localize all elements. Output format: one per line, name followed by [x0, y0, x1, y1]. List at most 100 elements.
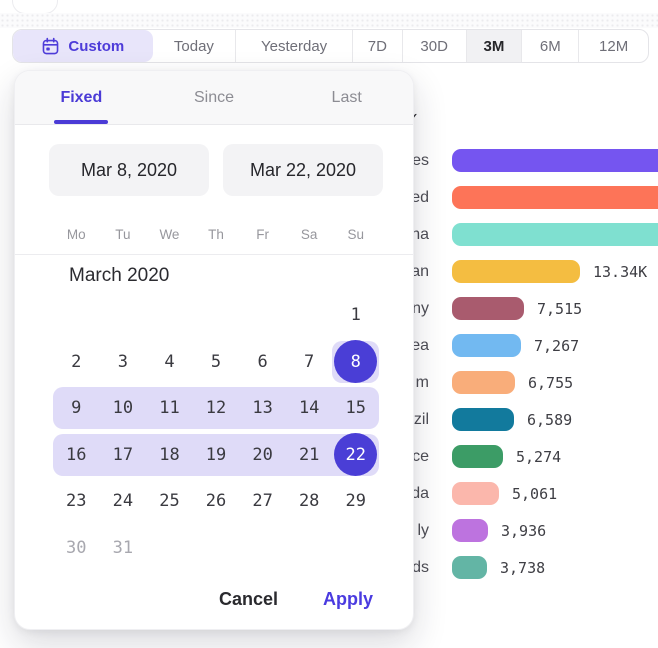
chart-category-label: ly	[417, 522, 429, 540]
range-button-label: 7D	[368, 38, 387, 55]
chart-bar[interactable]	[452, 482, 499, 505]
range-button-label: Custom	[68, 38, 124, 55]
day-cell-2[interactable]: 2	[53, 339, 100, 386]
active-tab-underline	[54, 120, 108, 124]
chart-category-label: ny	[412, 300, 429, 318]
range-button-12m[interactable]: 12M	[579, 30, 648, 62]
tab-since[interactable]: Since	[148, 71, 281, 124]
range-button-label: Yesterday	[261, 38, 327, 55]
day-cell-25[interactable]: 25	[146, 478, 193, 525]
month-title: March 2020	[69, 265, 169, 287]
day-cell-21[interactable]: 21	[286, 432, 333, 479]
day-cell-7[interactable]: 7	[286, 339, 333, 386]
day-cell-14[interactable]: 14	[286, 385, 333, 432]
day-cell-empty	[53, 292, 100, 339]
range-button-label: 3M	[484, 38, 505, 55]
day-cell-8[interactable]: 8	[332, 339, 379, 386]
day-cell-11[interactable]: 11	[146, 385, 193, 432]
day-cell-27[interactable]: 27	[239, 478, 286, 525]
weekday-label: Tu	[100, 227, 147, 242]
day-cell-18[interactable]: 18	[146, 432, 193, 479]
chart-category-label: es	[412, 152, 429, 170]
chart-bar[interactable]	[452, 149, 658, 172]
cancel-button[interactable]: Cancel	[219, 589, 278, 610]
range-button-today[interactable]: Today	[153, 30, 237, 62]
apply-button[interactable]: Apply	[323, 589, 373, 610]
day-cell-12[interactable]: 12	[193, 385, 240, 432]
chart-bar[interactable]	[452, 334, 521, 357]
tab-label: Fixed	[60, 89, 102, 107]
day-cell-24[interactable]: 24	[100, 478, 147, 525]
chart-bar[interactable]	[452, 186, 658, 209]
day-cell-3[interactable]: 3	[100, 339, 147, 386]
weekday-label: We	[146, 227, 193, 242]
toolbar: Custom Today Yesterday 7D 30D 3M 6M12M	[12, 29, 649, 63]
calendar-week-row: 1	[53, 292, 379, 339]
day-cell-30[interactable]: 30	[53, 525, 100, 572]
day-cell-empty	[239, 292, 286, 339]
range-button-yesterday[interactable]: Yesterday	[236, 30, 353, 62]
chart-bar[interactable]	[452, 445, 503, 468]
day-cell-9[interactable]: 9	[53, 385, 100, 432]
day-cell-20[interactable]: 20	[239, 432, 286, 479]
calendar-icon	[41, 37, 60, 56]
tab-label: Last	[332, 89, 362, 107]
day-cell-1[interactable]: 1	[332, 292, 379, 339]
calendar-week-row: 3031	[53, 525, 379, 572]
range-button-7d[interactable]: 7D	[353, 30, 403, 62]
calendar-week-row: 2345678	[53, 339, 379, 386]
chart-bar[interactable]	[452, 260, 580, 283]
range-button-3m[interactable]: 3M	[467, 30, 523, 62]
chart-bar-value: 7,515	[537, 300, 582, 318]
tab-label: Since	[194, 89, 234, 107]
calendar-grid: 1234567891011121314151617181920212223242…	[53, 292, 379, 571]
chart-bar-value: 6,755	[528, 374, 573, 392]
weekday-header: MoTuWeThFrSaSu	[53, 227, 379, 242]
end-date-input[interactable]: Mar 22, 2020	[223, 144, 383, 196]
chart-bar[interactable]	[452, 519, 488, 542]
day-cell-29[interactable]: 29	[332, 478, 379, 525]
day-cell-31[interactable]: 31	[100, 525, 147, 572]
day-cell-16[interactable]: 16	[53, 432, 100, 479]
range-button-label: 30D	[420, 38, 448, 55]
weekday-label: Th	[193, 227, 240, 242]
range-button-label: Today	[174, 38, 214, 55]
chart-bar[interactable]	[452, 371, 515, 394]
calendar-week-row: 9101112131415	[53, 385, 379, 432]
day-cell-4[interactable]: 4	[146, 339, 193, 386]
day-cell-13[interactable]: 13	[239, 385, 286, 432]
range-button-30d[interactable]: 30D	[403, 30, 467, 62]
weekday-label: Su	[332, 227, 379, 242]
day-cell-empty	[193, 525, 240, 572]
weekday-label: Sa	[286, 227, 333, 242]
selected-day-circle: 22	[334, 433, 377, 476]
chart-bar-value: 5,274	[516, 448, 561, 466]
day-cell-6[interactable]: 6	[239, 339, 286, 386]
day-cell-15[interactable]: 15	[332, 385, 379, 432]
start-date-input[interactable]: Mar 8, 2020	[49, 144, 209, 196]
day-cell-10[interactable]: 10	[100, 385, 147, 432]
day-cell-empty	[239, 525, 286, 572]
weekday-label: Mo	[53, 227, 100, 242]
calendar-week-row: 23242526272829	[53, 478, 379, 525]
range-button-custom[interactable]: Custom	[13, 30, 153, 62]
chart-bar[interactable]	[452, 223, 658, 246]
day-cell-22[interactable]: 22	[332, 432, 379, 479]
tab-last[interactable]: Last	[280, 71, 413, 124]
day-cell-28[interactable]: 28	[286, 478, 333, 525]
day-cell-empty	[286, 292, 333, 339]
day-cell-17[interactable]: 17	[100, 432, 147, 479]
chart-bar[interactable]	[452, 408, 514, 431]
popover-tabs: Fixed Since Last	[15, 71, 413, 125]
chart-category-label: m	[416, 374, 429, 392]
day-cell-5[interactable]: 5	[193, 339, 240, 386]
date-picker-screen: CustomTodayYesterday7D30D3M6M12M esednaa…	[0, 0, 658, 648]
range-button-6m[interactable]: 6M	[522, 30, 579, 62]
day-cell-empty	[146, 525, 193, 572]
chart-bar[interactable]	[452, 297, 524, 320]
day-cell-26[interactable]: 26	[193, 478, 240, 525]
day-cell-19[interactable]: 19	[193, 432, 240, 479]
chart-bar[interactable]	[452, 556, 487, 579]
tab-fixed[interactable]: Fixed	[15, 71, 148, 124]
day-cell-23[interactable]: 23	[53, 478, 100, 525]
